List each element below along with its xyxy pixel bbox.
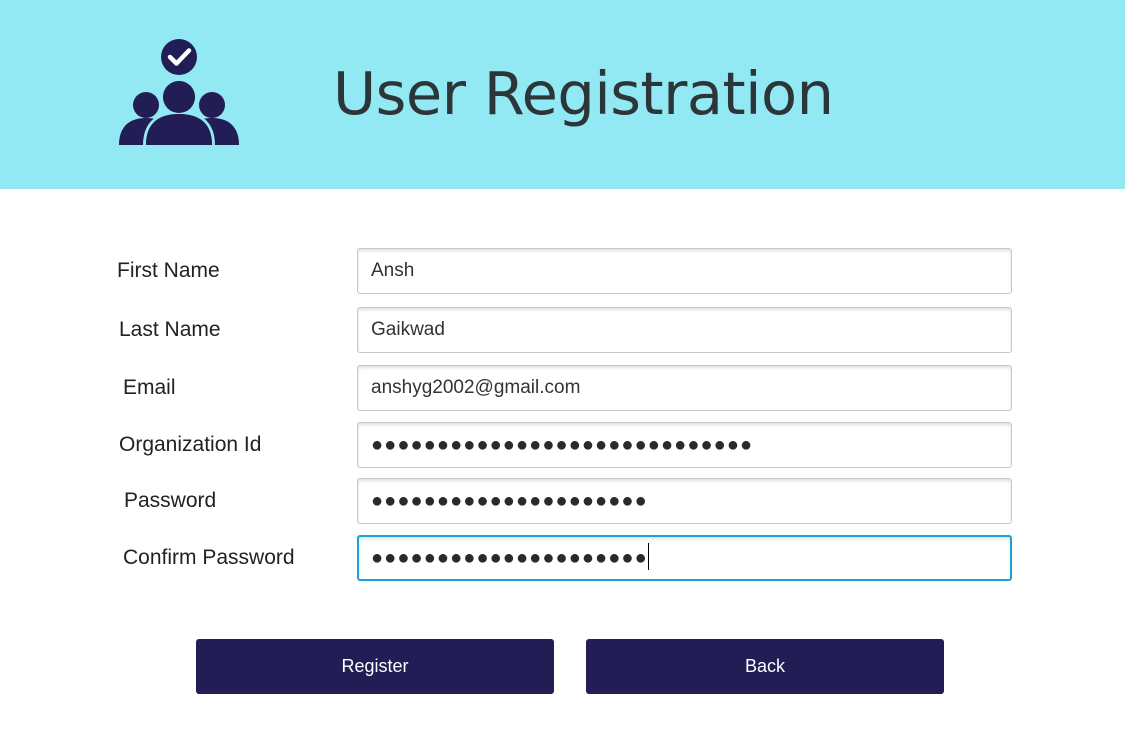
organization-id-value: ●●●●●●●●●●●●●●●●●●●●●●●●●●●●● xyxy=(371,434,754,456)
email-value: anshyg2002@gmail.com xyxy=(371,377,581,398)
first-name-value: Ansh xyxy=(371,260,415,281)
confirm-password-value: ●●●●●●●●●●●●●●●●●●●●● xyxy=(371,547,648,569)
email-label: Email xyxy=(123,376,176,399)
last-name-label: Last Name xyxy=(119,318,221,341)
page-title: User Registration xyxy=(333,59,834,128)
text-caret xyxy=(647,543,649,571)
email-input[interactable]: anshyg2002@gmail.com xyxy=(357,365,1012,411)
organization-id-input[interactable]: ●●●●●●●●●●●●●●●●●●●●●●●●●●●●● xyxy=(357,422,1012,468)
password-label: Password xyxy=(124,489,217,512)
password-value: ●●●●●●●●●●●●●●●●●●●●● xyxy=(371,490,648,512)
last-name-input[interactable]: Gaikwad xyxy=(357,307,1012,353)
register-button[interactable]: Register xyxy=(196,639,554,694)
first-name-label: First Name xyxy=(117,259,220,282)
back-button[interactable]: Back xyxy=(586,639,944,694)
users-check-icon xyxy=(119,39,239,146)
last-name-value: Gaikwad xyxy=(371,319,445,340)
organization-id-label: Organization Id xyxy=(119,433,262,456)
confirm-password-label: Confirm Password xyxy=(123,546,295,569)
confirm-password-input[interactable]: ●●●●●●●●●●●●●●●●●●●●● xyxy=(357,535,1012,581)
header-banner: User Registration xyxy=(0,0,1125,189)
first-name-input[interactable]: Ansh xyxy=(357,248,1012,294)
password-input[interactable]: ●●●●●●●●●●●●●●●●●●●●● xyxy=(357,478,1012,524)
